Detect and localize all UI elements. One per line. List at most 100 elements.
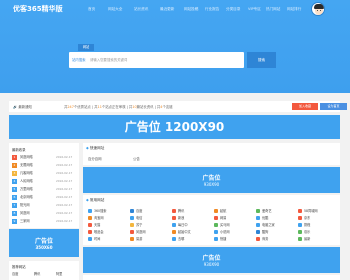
site-favicon-icon [298,223,302,227]
site-date: 2016-02-17 [56,203,73,207]
site-favicon-icon [130,237,134,241]
site-favicon-icon [256,223,260,227]
site-link[interactable]: 新浪 [172,216,212,221]
avatar-eye [320,10,321,11]
site-name[interactable]: 阳光网 [20,203,30,208]
set-homepage-button[interactable]: 设为首页 [320,103,347,110]
notice-label: 🔊 最新通知 [13,105,32,109]
add-favorite-button[interactable]: 加入收藏 [292,103,318,110]
nav-item[interactable]: 分类目录 [226,6,240,12]
site-link[interactable]: 腾讯 [172,209,212,214]
site-link[interactable]: 商务 [256,237,296,242]
recommended-item[interactable]: 阿里 [56,271,62,276]
recommended-item[interactable]: 腾讯 [34,271,40,276]
nav-item[interactable]: 网站排行 [287,6,301,12]
site-favicon-icon [214,230,218,234]
site-link[interactable]: 每日中 [172,223,212,228]
site-name[interactable]: 三家网 [20,219,30,224]
site-link[interactable]: 百度 [130,209,170,214]
site-link[interactable]: 360搜索 [88,209,128,214]
latest-sites-panel: 最新收录 1 凤凰网络 2016-02-17 2 无限网络 2016-02-17 3 凡客网络… [9,143,79,228]
top-bar: 优客365精华版 首页 网站大全 站长资讯 最近更新 网站投稿 行业报告 分类目… [0,0,350,18]
site-link[interactable]: 京东 [298,216,338,221]
site-link[interactable]: 58同城网 [298,209,338,214]
site-name[interactable]: 凤凰网络 [20,155,33,160]
nav-item[interactable]: 行业报告 [205,6,219,12]
site-link[interactable]: 凤凰网 [130,230,170,235]
main-nav: 首页 网站大全 站长资讯 最近更新 网站投稿 行业报告 分类目录 VIP专区 热… [0,6,350,12]
site-favicon-icon [214,216,218,220]
search-input[interactable] [90,55,238,65]
site-link[interactable]: 买马网 [214,223,254,228]
latest-site-item[interactable]: 9 三家网 2016-02-17 [12,219,76,225]
nav-item[interactable]: 网站投稿 [184,6,198,12]
site-link[interactable]: 天猫 [88,223,128,228]
site-favicon-icon [256,230,260,234]
site-link[interactable]: 淘宝网 [88,216,128,221]
site-link[interactable]: 酷狗 [256,230,296,235]
latest-site-item[interactable]: 4 人民网络 2016-02-17 [12,179,76,185]
site-name[interactable]: 万里网络 [20,187,33,192]
site-date: 2016-02-17 [56,187,73,191]
site-name[interactable]: 人民网络 [20,179,33,184]
quick-item[interactable]: 百分百网 [88,156,102,161]
rank-badge: 3 [12,171,17,176]
site-link[interactable]: 携程 [298,223,338,228]
recommended-item[interactable]: 百度 [12,271,18,276]
latest-site-item[interactable]: 2 无限网络 2016-02-17 [12,163,76,169]
search-box: 站内搜索 [69,52,244,68]
site-link[interactable]: 电信 [130,216,170,221]
hero-banner: 优客365精华版 首页 网站大全 站长资讯 最近更新 网站投稿 行业报告 分类目… [0,0,350,93]
ad-bottom[interactable]: 广告位 930X90 [83,247,340,273]
site-favicon-icon [214,223,218,227]
ad-banner-top[interactable]: 广告位 1200X90 [9,115,340,139]
site-link[interactable]: 最新 [298,237,338,242]
site-link[interactable]: 欢乐 [298,230,338,235]
nav-item[interactable]: 首页 [88,6,95,12]
latest-site-item[interactable]: 5 万里网络 2016-02-17 [12,187,76,193]
latest-site-item[interactable]: 7 阳光网 2016-02-17 [12,203,76,209]
site-date: 2016-02-17 [56,171,73,175]
site-name[interactable]: 凤凰网 [20,211,30,216]
site-link[interactable]: 起始中文 [172,230,212,235]
site-link[interactable]: 唯品会 [88,230,128,235]
search-tab-sites[interactable]: 网站 [78,44,94,51]
site-link[interactable]: 去哪 [172,237,212,242]
latest-site-item[interactable]: 1 凤凰网络 2016-02-17 [12,155,76,161]
site-link[interactable]: 电脑之家 [256,223,296,228]
nav-item[interactable]: VIP专区 [248,6,261,12]
ad-side[interactable]: 广告位 350X60 [9,229,79,257]
site-link-label: 去哪 [178,237,185,241]
nav-item[interactable]: 站长资讯 [134,6,148,12]
nav-item[interactable]: 最近更新 [160,6,174,12]
site-link[interactable]: 时间 [88,237,128,242]
site-name[interactable]: 无限网络 [20,163,33,168]
site-name[interactable]: 凡客网络 [20,171,33,176]
latest-site-item[interactable]: 8 凤凰网 2016-02-17 [12,211,76,217]
ad-middle[interactable]: 广告位 930X90 [83,167,340,193]
site-link[interactable]: 小说网 [214,230,254,235]
site-link-label: 起始中文 [178,230,191,234]
site-favicon-icon [88,237,92,241]
site-link[interactable]: 爱奇艺 [256,209,296,214]
quick-item[interactable]: 公告 [133,156,140,161]
search-button[interactable]: 搜索 [247,52,276,68]
nav-item[interactable]: 热门网站 [266,6,280,12]
site-date: 2016-02-17 [56,155,73,159]
site-link[interactable]: 易游 [130,237,170,242]
site-link-label: 腾讯 [178,209,185,213]
nav-item[interactable]: 网站大全 [108,6,122,12]
site-link-label: 唯品会 [94,230,104,234]
site-link[interactable]: 起航 [214,209,254,214]
site-link-label: 百度 [136,209,143,213]
site-link[interactable]: 优酷 [256,216,296,221]
site-favicon-icon [172,216,176,220]
site-name[interactable]: 北京网络 [20,195,33,200]
site-link[interactable]: 苏宁 [130,223,170,228]
user-avatar[interactable] [311,2,325,16]
ad-side-size: 350X60 [35,245,53,250]
site-link[interactable]: 网易 [214,216,254,221]
latest-site-item[interactable]: 6 北京网络 2016-02-17 [12,195,76,201]
latest-site-item[interactable]: 3 凡客网络 2016-02-17 [12,171,76,177]
site-link[interactable]: 快捷 [214,237,254,242]
